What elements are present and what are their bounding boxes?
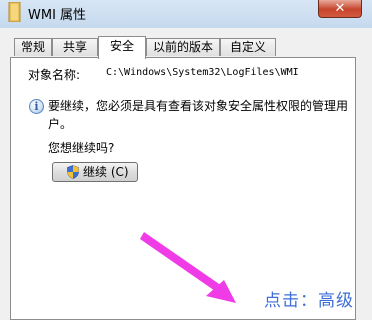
window-title: WMI 属性	[28, 8, 87, 23]
tab-sharing[interactable]: 共享	[52, 38, 98, 56]
object-name-label: 对象名称:	[28, 68, 81, 82]
tab-previous-versions[interactable]: 以前的版本	[146, 38, 220, 56]
close-icon: ✕	[334, 1, 346, 16]
tab-customize[interactable]: 自定义	[220, 38, 276, 56]
annotation-text: 点击：高级	[264, 291, 354, 311]
continue-question: 您想继续吗?	[48, 141, 115, 155]
close-button[interactable]: ✕	[318, 0, 362, 18]
information-icon: i	[29, 99, 44, 114]
continue-button[interactable]: 继续 (C)	[52, 162, 138, 182]
tab-security[interactable]: 安全	[98, 36, 146, 59]
tab-general[interactable]: 常规	[14, 38, 52, 56]
object-name-value: C:\Windows\System32\LogFiles\WMI	[106, 67, 299, 78]
uac-shield-icon	[67, 165, 79, 179]
continue-button-label: 继续 (C)	[83, 165, 129, 179]
folder-icon	[8, 2, 21, 22]
title-bar: WMI 属性 ✕	[0, 0, 372, 28]
permission-message: 要继续，您必须是具有查看该对象安全属性权限的管理用户。	[48, 99, 349, 131]
